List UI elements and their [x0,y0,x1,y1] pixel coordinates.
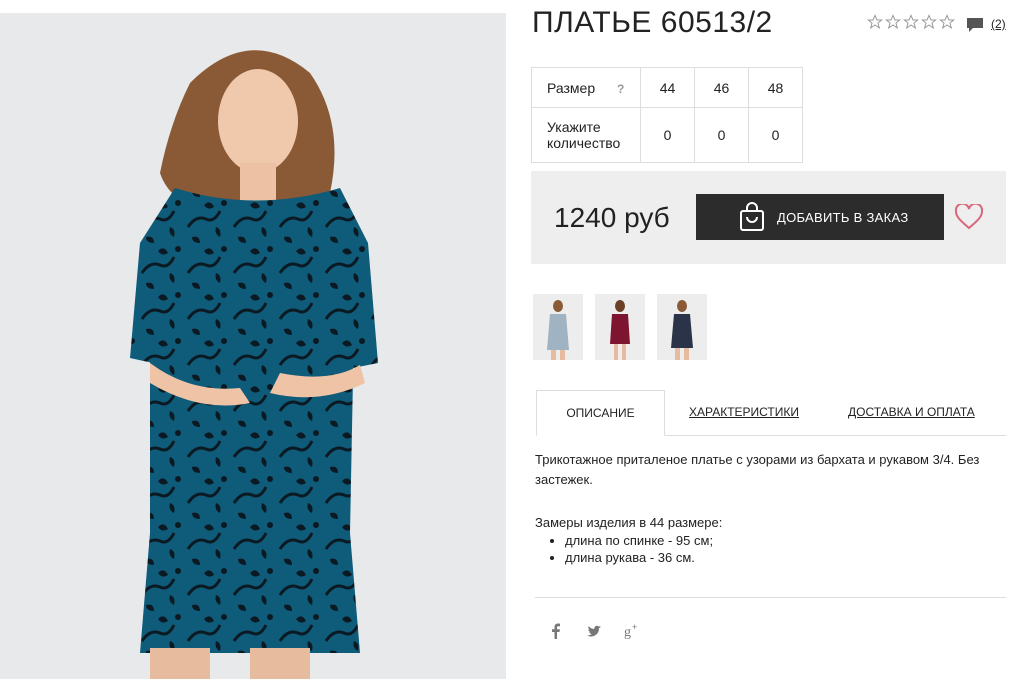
measurements-block: Замеры изделия в 44 размере: длина по сп… [535,515,722,566]
reviews-count-link[interactable]: (2) [991,17,1006,31]
size-label: Размер [547,79,596,96]
divider [535,597,1006,598]
star-icon[interactable] [885,14,901,30]
tab-delivery-payment[interactable]: ДОСТАВКА И ОПЛАТА [848,390,975,434]
size-value: 48 [748,67,803,108]
quantity-input[interactable]: 0 [640,107,695,163]
thumbnail-light-blue[interactable] [533,294,583,360]
price: 1240 руб [554,202,670,233]
list-item: длина рукава - 36 см. [565,549,722,566]
svg-text:+: + [632,622,637,632]
product-tabs: ОПИСАНИЕ ХАРАКТЕРИСТИКИ ДОСТАВКА И ОПЛАТ… [536,390,1006,436]
twitter-icon[interactable] [586,622,602,640]
product-main-photo[interactable] [0,13,506,679]
thumbnail-burgundy[interactable] [595,294,645,360]
social-share: g + [548,622,640,640]
help-icon[interactable]: ? [617,82,624,96]
star-icon[interactable] [867,14,883,30]
color-thumbnails [533,294,707,360]
star-icon[interactable] [939,14,955,30]
google-plus-icon[interactable]: g + [624,622,640,640]
quantity-label: Укажите количество [531,107,641,163]
quantity-input[interactable]: 0 [748,107,803,163]
product-title: ПЛАТЬЕ 60513/2 [532,6,773,39]
size-value: 46 [694,67,749,108]
thumbnail-dark-navy[interactable] [657,294,707,360]
star-icon[interactable] [903,14,919,30]
measurements-list: длина по спинке - 95 см; длина рукава - … [535,532,722,566]
tab-characteristics[interactable]: ХАРАКТЕРИСТИКИ [689,390,799,434]
size-value: 44 [640,67,695,108]
quantity-input[interactable]: 0 [694,107,749,163]
add-to-order-button[interactable]: ДОБАВИТЬ В ЗАКАЗ [696,194,944,240]
list-item: длина по спинке - 95 см; [565,532,722,549]
facebook-icon[interactable] [548,622,564,640]
comment-icon[interactable] [966,17,984,33]
tab-description[interactable]: ОПИСАНИЕ [536,390,665,436]
size-label-cell: Размер ? [531,67,641,108]
shopping-bag-icon [740,202,764,231]
rating-stars[interactable] [867,14,955,30]
svg-text:g: g [624,625,631,640]
add-to-order-label: ДОБАВИТЬ В ЗАКАЗ [777,209,909,225]
product-description: Трикотажное приталеное платье с узорами … [535,452,980,487]
size-table: Размер ? 44 46 48 Укажите количество 0 0… [531,67,803,163]
heart-icon[interactable] [955,204,983,230]
star-icon[interactable] [921,14,937,30]
measurements-title: Замеры изделия в 44 размере: [535,515,723,530]
price-box: 1240 руб ДОБАВИТЬ В ЗАКАЗ [531,171,1006,264]
